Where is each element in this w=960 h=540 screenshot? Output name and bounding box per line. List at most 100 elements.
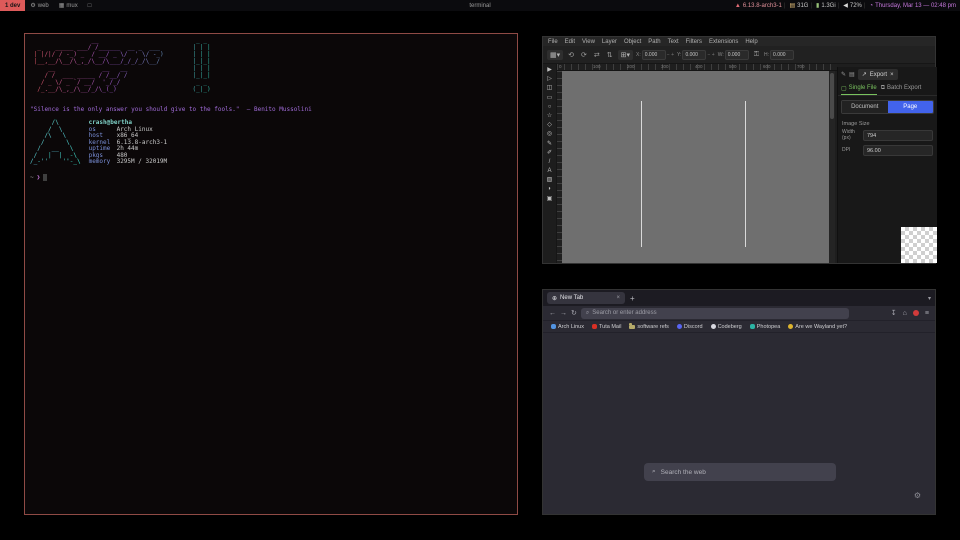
layers-icon[interactable]: ▤ xyxy=(849,71,855,78)
fetch-row: memory3295M / 32019M xyxy=(89,159,168,166)
menu-view[interactable]: View xyxy=(582,39,595,45)
text-tool[interactable]: A xyxy=(547,168,551,174)
fetch-info: crash@bertha osArch Linux hostx86_64 ker… xyxy=(89,120,168,166)
tab-single-file[interactable]: ▢ Single File xyxy=(841,85,877,95)
h-input[interactable]: 0.000 xyxy=(770,50,794,60)
workspace-dev[interactable]: 1 dev xyxy=(0,0,25,11)
workspace-label: mux xyxy=(66,3,77,9)
batch-export-icon: ⧉ xyxy=(881,85,885,93)
shape-builder-tool[interactable]: ◫ xyxy=(547,85,553,91)
align-dropdown[interactable]: ⊞▾ xyxy=(618,50,633,60)
menu-extensions[interactable]: Extensions xyxy=(709,39,738,45)
page-button[interactable]: Page xyxy=(888,101,934,113)
bookmark-codeberg[interactable]: Codeberg xyxy=(711,324,742,330)
w-field: W: 0.000 xyxy=(718,50,749,60)
selector-tool[interactable]: ▶ xyxy=(547,67,552,73)
canvas[interactable] xyxy=(557,71,829,263)
inkscape-window[interactable]: File Edit View Layer Object Path Text Fi… xyxy=(542,36,936,264)
workspace-label: web xyxy=(38,3,49,9)
close-icon[interactable]: × xyxy=(890,72,894,78)
shell-prompt[interactable]: ~ ❯ xyxy=(30,174,47,181)
selection-mode-dropdown[interactable]: ▦▾ xyxy=(547,50,563,60)
flip-horizontal-icon[interactable]: ⇄ xyxy=(592,51,602,59)
menu-icon[interactable]: ≡ xyxy=(925,310,929,317)
x-stepper[interactable]: − + xyxy=(667,52,674,58)
menu-help[interactable]: Help xyxy=(745,39,757,45)
bookmark-arch-linux[interactable]: Arch Linux xyxy=(551,324,584,330)
home-icon[interactable]: ⌂ xyxy=(903,310,907,317)
workspace-4[interactable]: □ xyxy=(83,0,97,11)
menu-file[interactable]: File xyxy=(548,39,558,45)
bezier-pen-tool[interactable]: ✐ xyxy=(547,150,552,156)
export-area-toggle: Document Page xyxy=(841,100,934,114)
paint-bucket-tool[interactable]: ▣ xyxy=(547,196,553,202)
folder-icon xyxy=(629,325,635,329)
disk-status: ▤ 31G | xyxy=(789,2,812,9)
download-icon[interactable]: ↧ xyxy=(891,309,897,317)
image-size-label: Image Size xyxy=(838,118,937,128)
bookmark-discord[interactable]: Discord xyxy=(677,324,703,330)
tab-batch-export[interactable]: ⧉ Batch Export xyxy=(881,85,922,95)
menu-edit[interactable]: Edit xyxy=(565,39,575,45)
ellipse-tool[interactable]: ○ xyxy=(548,104,552,110)
gradient-tool[interactable]: ▧ xyxy=(547,177,553,183)
bookmark-photopea[interactable]: Photopea xyxy=(750,324,781,330)
menu-object[interactable]: Object xyxy=(624,39,641,45)
settings-gear-icon[interactable]: ⚙ xyxy=(914,491,921,500)
back-button[interactable]: ← xyxy=(549,310,556,317)
browser-window[interactable]: ⊕ New Tab × + ▾ ← → ↻ ⌕ Search or enter … xyxy=(542,289,936,515)
pencil-tool[interactable]: ✎ xyxy=(547,141,552,147)
rotate-cw-icon[interactable]: ⟳ xyxy=(579,51,589,59)
menu-layer[interactable]: Layer xyxy=(602,39,617,45)
web-search-bar[interactable]: ⌕ Search the web xyxy=(644,463,836,481)
arch-logo-ascii: /\ / \ /\ \ / \ / __ \ / | | -\ /_-'' ''… xyxy=(30,120,81,166)
bookmark-are-we-wayland-yet[interactable]: Are we Wayland yet? xyxy=(788,324,847,330)
flip-vertical-icon[interactable]: ⇅ xyxy=(605,51,615,59)
calligraphy-tool[interactable]: / xyxy=(549,159,551,165)
y-stepper[interactable]: − + xyxy=(707,52,714,58)
lock-ratio-icon[interactable]: ⚿ xyxy=(752,51,761,59)
node-editor-tool[interactable]: ▷ xyxy=(547,76,552,82)
dropper-tool[interactable]: ◗ xyxy=(548,186,552,192)
star-tool[interactable]: ☆ xyxy=(547,113,552,119)
spiral-tool[interactable]: ◎ xyxy=(547,131,552,137)
terminal-window[interactable]: __ _ _ _ _____ ___/ /______ __ _ ___ | |… xyxy=(24,33,518,515)
bookmark-tuta-mail[interactable]: Tuta Mail xyxy=(592,324,621,330)
export-tab[interactable]: ↗ Export × xyxy=(858,69,898,80)
x-field: X: 0.000 − + xyxy=(636,50,674,60)
box-3d-tool[interactable]: ◇ xyxy=(547,122,552,128)
width-input[interactable]: 794 xyxy=(863,130,933,141)
y-input[interactable]: 0.000 xyxy=(682,50,706,60)
document-button[interactable]: Document xyxy=(842,101,888,113)
list-tabs-icon[interactable]: ▾ xyxy=(928,295,931,302)
dpi-input[interactable]: 96.00 xyxy=(863,145,933,156)
extension-icon[interactable] xyxy=(913,310,919,316)
scrollbar-thumb[interactable] xyxy=(830,73,834,119)
menu-text[interactable]: Text xyxy=(668,39,679,45)
pencil-icon[interactable]: ✎ xyxy=(841,71,846,78)
rotate-ccw-icon[interactable]: ⟲ xyxy=(566,51,576,59)
url-bar[interactable]: ⌕ Search or enter address xyxy=(581,308,849,319)
volume-status[interactable]: ◀ 72% | xyxy=(843,2,865,9)
workspace-mux[interactable]: ▦ mux xyxy=(54,0,83,11)
url-placeholder: Search or enter address xyxy=(592,310,656,316)
y-field: Y: 0.000 − + xyxy=(677,50,715,60)
new-tab-button[interactable]: + xyxy=(630,294,635,303)
forward-button[interactable]: → xyxy=(560,310,567,317)
menu-filters[interactable]: Filters xyxy=(686,39,702,45)
system-bar: 1 dev ⚙ web ▦ mux □ terminal ▲ 6.13.8-ar… xyxy=(0,0,960,11)
bookmark-favicon xyxy=(750,324,755,329)
bookmark-folder-software-refs[interactable]: software refs xyxy=(629,324,668,330)
active-tab[interactable]: ⊕ New Tab × xyxy=(547,292,625,304)
close-tab-icon[interactable]: × xyxy=(616,295,620,301)
menu-path[interactable]: Path xyxy=(648,39,660,45)
vertical-scrollbar[interactable] xyxy=(829,71,835,263)
workspace-web[interactable]: ⚙ web xyxy=(25,0,53,11)
reload-button[interactable]: ↻ xyxy=(571,309,577,317)
horizontal-ruler: 0 100 200 300 400 500 600 700 xyxy=(557,64,837,71)
h-field: H: 0.000 xyxy=(764,50,794,60)
export-panel: ✎ ▤ ↗ Export × ▢ Single File ⧉ Batch Exp… xyxy=(837,67,937,263)
w-input[interactable]: 0.000 xyxy=(725,50,749,60)
x-input[interactable]: 0.000 xyxy=(642,50,666,60)
rectangle-tool[interactable]: ▭ xyxy=(547,95,553,101)
